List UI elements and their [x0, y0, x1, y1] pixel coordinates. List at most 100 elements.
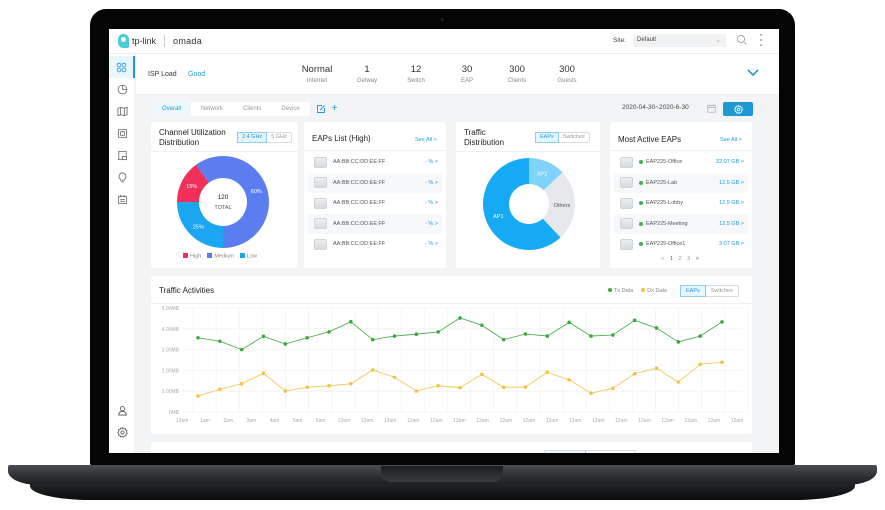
data-point-dx[interactable] — [545, 370, 550, 375]
add-tab-icon[interactable]: + — [332, 104, 338, 114]
data-point-tx[interactable] — [458, 316, 462, 320]
data-point-tx[interactable] — [283, 342, 288, 346]
data-point-dx[interactable] — [305, 385, 309, 390]
band-5ghz[interactable]: 5 GHz — [267, 133, 291, 142]
data-point-dx[interactable] — [458, 385, 462, 390]
data-point-dx[interactable] — [589, 391, 593, 396]
data-point-dx[interactable] — [370, 368, 375, 372]
data-point-dx[interactable] — [414, 389, 419, 393]
data-point-tx[interactable] — [261, 334, 266, 339]
eap-list-row[interactable]: AA:BB:CC:DD:EE:FF - % > — [308, 234, 442, 254]
sidebar-item-clients[interactable] — [109, 144, 135, 166]
data-point-dx[interactable] — [523, 385, 528, 389]
data-point-tx[interactable] — [370, 337, 375, 342]
data-point-dx[interactable] — [632, 371, 637, 376]
active-eap-row[interactable]: EAP225-Lab 12.5 GB > — [614, 172, 748, 193]
data-point-tx[interactable] — [392, 334, 397, 338]
data-point-tx[interactable] — [720, 320, 724, 324]
eap-traffic[interactable]: 3.07 GB > — [719, 241, 744, 247]
data-point-dx[interactable] — [392, 375, 397, 380]
data-point-tx[interactable] — [523, 332, 528, 336]
sidebar-item-dashboard[interactable] — [109, 56, 135, 78]
data-point-dx[interactable] — [676, 380, 681, 384]
eap-traffic[interactable]: 12.5 GB > — [719, 180, 744, 186]
band-24ghz[interactable]: 2.4 GHz — [237, 132, 268, 143]
active-eap-row[interactable]: EAP225-Lobby 12.5 GB > — [614, 193, 748, 213]
eap-list-row[interactable]: AA:BB:CC:DD:EE:FF - % > — [308, 152, 442, 172]
data-point-tx[interactable] — [239, 347, 244, 352]
active-eap-row[interactable]: EAP225-Office 32.07 GB > — [614, 152, 748, 172]
toggle-switches[interactable]: Switches — [559, 133, 589, 142]
data-point-tx[interactable] — [698, 334, 702, 338]
eap-traffic[interactable]: 32.07 GB > — [716, 159, 744, 165]
data-point-dx[interactable] — [261, 371, 266, 376]
data-point-dx[interactable] — [611, 386, 615, 391]
eap-utilization[interactable]: - % > — [425, 241, 438, 247]
data-point-dx[interactable] — [720, 360, 724, 365]
more-menu-icon[interactable] — [759, 34, 763, 46]
data-point-dx[interactable] — [567, 377, 571, 382]
pager-page-1[interactable]: 1 — [670, 256, 675, 262]
toggle-eaps[interactable]: EAPs — [535, 132, 559, 143]
data-point-dx[interactable] — [327, 383, 331, 388]
tab-clients[interactable]: Clients — [233, 102, 271, 116]
data-point-dx[interactable] — [239, 381, 244, 386]
dashboard-settings-button[interactable] — [723, 102, 753, 116]
data-point-tx[interactable] — [349, 319, 353, 324]
data-point-tx[interactable] — [436, 330, 440, 334]
data-point-tx[interactable] — [196, 335, 200, 340]
tab-device[interactable]: Device — [271, 102, 309, 116]
eap-traffic[interactable]: 12.5 GB > — [719, 221, 744, 227]
data-point-tx[interactable] — [632, 318, 637, 323]
eap-list-row[interactable]: AA:BB:CC:DD:EE:FF - % > — [308, 193, 442, 213]
data-point-dx[interactable] — [283, 389, 288, 393]
data-point-tx[interactable] — [611, 333, 615, 337]
eap-utilization[interactable]: - % > — [425, 200, 438, 206]
next-card-toggle[interactable] — [544, 450, 636, 453]
pager-next[interactable]: > — [696, 256, 701, 262]
data-point-dx[interactable] — [196, 394, 200, 398]
eap-list-row[interactable]: AA:BB:CC:DD:EE:FF - % > — [308, 213, 442, 234]
pager-page-2[interactable]: 2 — [678, 256, 683, 262]
data-point-tx[interactable] — [327, 330, 331, 334]
data-point-tx[interactable] — [567, 320, 571, 325]
data-point-tx[interactable] — [654, 326, 659, 330]
eap-utilization[interactable]: - % > — [425, 159, 438, 165]
data-point-dx[interactable] — [480, 372, 484, 377]
sidebar-item-settings[interactable] — [109, 421, 135, 443]
data-point-tx[interactable] — [305, 335, 309, 340]
sidebar-item-logs[interactable] — [109, 188, 135, 210]
data-point-dx[interactable] — [218, 387, 222, 392]
active-eap-row[interactable]: EAP225-Meeting 12.5 GB > — [614, 213, 748, 234]
calendar-icon[interactable] — [707, 104, 716, 113]
sidebar-item-devices[interactable] — [109, 122, 135, 144]
data-point-tx[interactable] — [589, 334, 593, 338]
eap-utilization[interactable]: - % > — [425, 180, 438, 186]
data-point-dx[interactable] — [436, 383, 440, 388]
see-all-link[interactable]: See All > — [720, 137, 742, 143]
sidebar-item-account[interactable] — [109, 399, 135, 421]
logo[interactable]: tp-link omada — [118, 34, 202, 48]
site-select[interactable]: Default ⌄ — [633, 34, 726, 47]
data-point-tx[interactable] — [480, 323, 484, 328]
sidebar-item-insights[interactable] — [109, 166, 135, 188]
sidebar-item-map[interactable] — [109, 100, 135, 122]
edit-icon[interactable] — [316, 104, 326, 114]
eap-utilization[interactable]: - % > — [425, 221, 438, 227]
eap-traffic[interactable]: 12.5 GB > — [719, 200, 744, 206]
chevron-down-icon[interactable] — [747, 68, 759, 78]
data-point-tx[interactable] — [501, 337, 506, 342]
data-point-tx[interactable] — [545, 334, 550, 338]
search-icon[interactable] — [736, 34, 748, 46]
pager-prev[interactable]: < — [661, 256, 666, 262]
data-point-tx[interactable] — [414, 332, 419, 337]
data-point-dx[interactable] — [698, 362, 702, 367]
data-point-tx[interactable] — [218, 339, 222, 344]
date-range[interactable]: 2020-04-30~2020-6-30 — [622, 104, 689, 111]
tab-network[interactable]: Network — [191, 102, 233, 116]
see-all-link[interactable]: See All > — [415, 137, 437, 143]
eap-list-row[interactable]: AA:BB:CC:DD:EE:FF - % > — [308, 172, 442, 193]
data-point-dx[interactable] — [501, 385, 506, 390]
active-eap-row[interactable]: EAP225-Office1 3.07 GB > — [614, 234, 748, 254]
data-point-dx[interactable] — [654, 366, 659, 371]
